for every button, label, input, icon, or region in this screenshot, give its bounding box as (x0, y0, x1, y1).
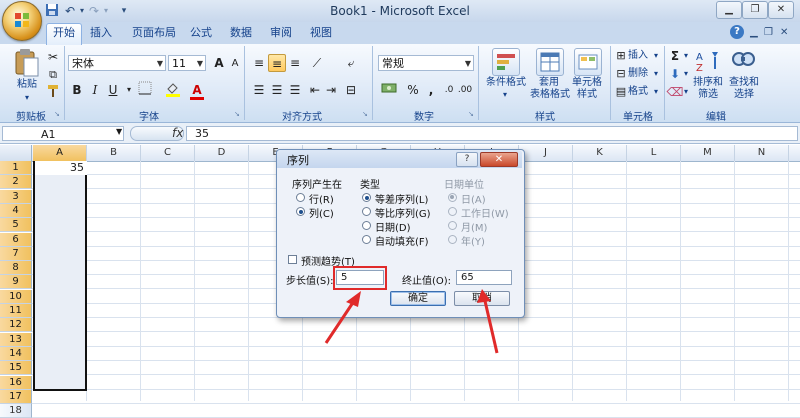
annotation-arrows (324, 289, 499, 354)
arrow-to-stop-value (477, 289, 499, 354)
row-header-18[interactable]: 18 (0, 404, 32, 418)
office-button[interactable] (2, 1, 42, 41)
tab-home[interactable]: 开始 (46, 23, 82, 45)
arrow-to-step-value (324, 291, 361, 344)
gridline-horizontal (32, 403, 800, 404)
office-logo-icon (15, 13, 29, 27)
